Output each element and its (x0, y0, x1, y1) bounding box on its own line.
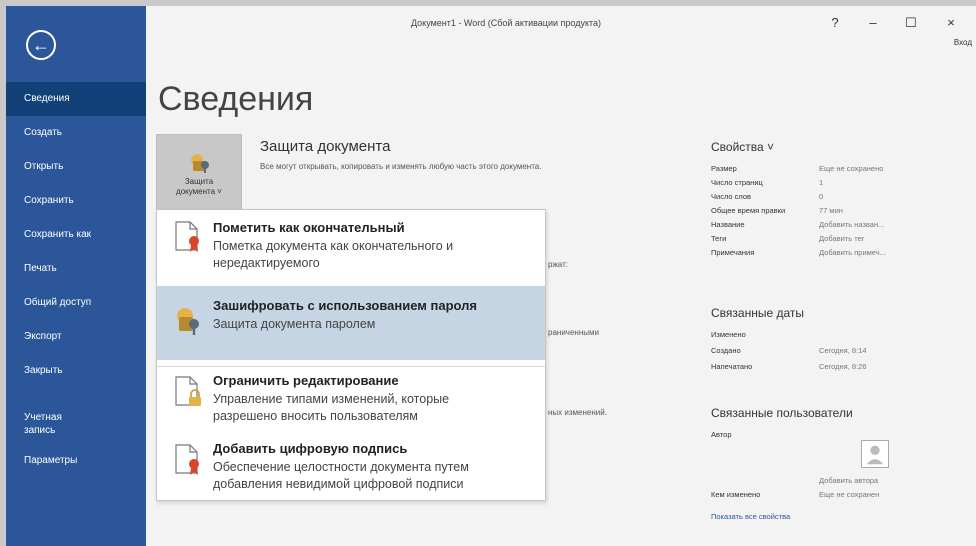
lock-key-icon (177, 308, 199, 335)
nav-item-options[interactable]: Параметры (6, 444, 146, 478)
menu-item-title: Добавить цифровую подпись (213, 441, 408, 456)
backstage-sidebar: ← Сведения Создать Открыть Сохранить Сох… (6, 6, 146, 546)
hidden-text-1: ржат: (548, 260, 568, 269)
prop-comments-input[interactable]: Добавить примеч... (819, 248, 886, 257)
backstage-nav: Сведения Создать Открыть Сохранить Сохра… (6, 82, 146, 478)
title-bar: Документ1 - Word (Сбой активации продукт… (146, 6, 976, 47)
document-ribbon-icon (175, 221, 199, 252)
hidden-text-3: ных изменений. (548, 408, 607, 417)
document-lock-icon (175, 376, 201, 406)
prop-key: Кем изменено (711, 490, 761, 499)
protect-section-title: Защита документа (260, 138, 391, 155)
prop-value: 0 (819, 192, 824, 201)
prop-key: Напечатано (711, 362, 753, 371)
add-author-link[interactable]: Добавить автора (819, 476, 878, 485)
window-title: Документ1 - Word (Сбой активации продукт… (410, 18, 602, 28)
hidden-text-2: раниченными (548, 328, 599, 337)
protect-document-label: Защита документа ˅ (157, 177, 241, 197)
prop-key: Примечания (711, 248, 755, 257)
nav-item-save[interactable]: Сохранить (6, 184, 146, 218)
prop-value: 77 мин (819, 206, 843, 215)
nav-item-open[interactable]: Открыть (6, 150, 146, 184)
menu-item-desc-line1: Управление типами изменений, которые (213, 392, 450, 406)
menu-item-desc-line2: добавления невидимой цифровой подписи (213, 477, 464, 491)
close-button[interactable]: × (940, 12, 962, 34)
protect-document-menu: Пометить как окончательный Пометка докум… (156, 209, 546, 501)
prop-key: Общее время правки (711, 206, 786, 215)
word-backstage: ← Сведения Создать Открыть Сохранить Сох… (6, 6, 976, 546)
prop-key: Число слов (711, 192, 752, 201)
menu-item-mark-final[interactable]: Пометить как окончательный Пометка докум… (157, 210, 545, 284)
menu-item-desc-line1: Пометка документа как окончательного и (213, 239, 454, 253)
prop-key: Теги (711, 234, 727, 243)
prop-key: Размер (711, 164, 737, 173)
nav-item-close[interactable]: Закрыть (6, 354, 146, 388)
menu-item-encrypt-password[interactable]: Зашифровать с использованием пароля Защи… (157, 286, 545, 360)
related-dates-title: Связанные даты (711, 306, 804, 320)
nav-item-share[interactable]: Общий доступ (6, 286, 146, 320)
author-avatar (861, 440, 889, 468)
prop-key: Создано (711, 346, 741, 355)
protect-document-button[interactable]: Защита документа ˅ (156, 134, 242, 216)
nav-gap (6, 388, 146, 404)
properties-title[interactable]: Свойства ˅ (711, 140, 774, 154)
prop-key: Число страниц (711, 178, 763, 187)
prop-key: Изменено (711, 330, 746, 339)
nav-item-export[interactable]: Экспорт (6, 320, 146, 354)
nav-item-print[interactable]: Печать (6, 252, 146, 286)
menu-item-digital-signature[interactable]: Добавить цифровую подпись Обеспечение це… (157, 437, 545, 501)
menu-item-title: Пометить как окончательный (213, 220, 405, 235)
prop-key: Название (711, 220, 745, 229)
prop-value: Еще не сохранено (819, 164, 884, 173)
back-arrow-icon[interactable]: ← (26, 30, 56, 60)
menu-item-desc-line2: разрешено вносить пользователям (213, 409, 418, 423)
prop-value: Сегодня, 8:14 (819, 346, 867, 355)
maximize-button[interactable]: ☐ (900, 12, 922, 34)
prop-title-input[interactable]: Добавить назван... (819, 220, 884, 229)
nav-item-new[interactable]: Создать (6, 116, 146, 150)
prop-value: Сегодня, 8:26 (819, 362, 867, 371)
lock-key-icon (191, 154, 209, 173)
prop-value: 1 (819, 178, 824, 187)
help-button[interactable]: ? (824, 12, 846, 34)
nav-item-info[interactable]: Сведения (6, 82, 146, 116)
author-label: Автор (711, 430, 732, 439)
menu-item-desc-line2: нередактируемого (213, 256, 320, 270)
prop-tags-input[interactable]: Добавить тег (819, 234, 865, 243)
person-icon (866, 445, 884, 465)
document-ribbon-icon (175, 444, 199, 475)
protect-section-desc: Все могут открывать, копировать и изменя… (260, 162, 542, 171)
menu-item-title: Ограничить редактирование (213, 373, 399, 388)
nav-item-account[interactable]: Учетная запись (6, 404, 146, 444)
sign-in-link[interactable]: Вход (954, 38, 972, 47)
protect-label-line1: Защита (184, 177, 214, 186)
minimize-button[interactable]: – (862, 12, 884, 34)
prop-value: Еще не сохранен (819, 490, 880, 499)
page-title: Сведения (158, 80, 314, 118)
protect-label-line2: документа ˅ (176, 187, 222, 196)
menu-item-desc-line1: Обеспечение целостности документа путем (213, 460, 469, 474)
nav-item-save-as[interactable]: Сохранить как (6, 218, 146, 252)
menu-item-title: Зашифровать с использованием пароля (213, 298, 478, 313)
show-all-properties-link[interactable]: Показать все свойства (711, 512, 790, 521)
menu-item-restrict-editing[interactable]: Ограничить редактирование Управление тип… (157, 367, 545, 437)
related-people-title: Связанные пользователи (711, 406, 853, 420)
menu-item-desc-line1: Защита документа паролем (213, 317, 376, 331)
